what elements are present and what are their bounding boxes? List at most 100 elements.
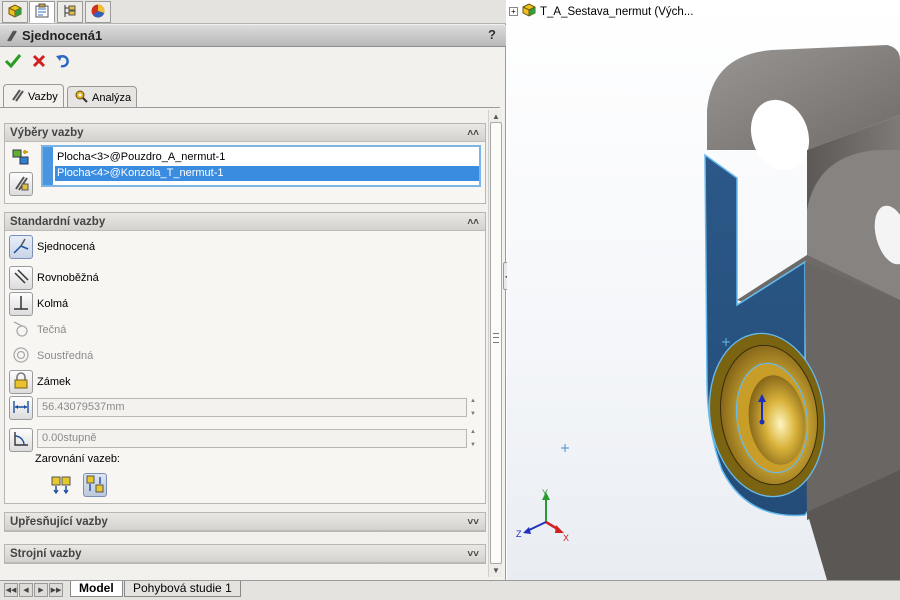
feature-manager-tab[interactable]: [2, 1, 28, 23]
display-manager-icon: [90, 3, 106, 22]
triad-x-label: X: [563, 533, 569, 543]
manager-tabs: [0, 0, 506, 24]
mate-selections-title: Výběry vazby: [10, 127, 84, 139]
spin-down-icon[interactable]: ▼: [470, 411, 476, 417]
bottom-tab-bar: ◀◀ ◀ ▶ ▶▶ Model Pohybová studie 1: [0, 580, 900, 600]
spin-up-icon[interactable]: ▲: [470, 398, 476, 404]
expand-chevron-icon[interactable]: ˅˅: [467, 514, 479, 532]
mates-to-add-button[interactable]: [9, 172, 33, 196]
advanced-mates-group: Upřesňující vazby ˅˅: [4, 512, 486, 532]
scroll-down-icon[interactable]: ▼: [490, 564, 502, 576]
scroll-up-icon[interactable]: ▲: [490, 110, 502, 122]
distance-icon: [12, 398, 30, 419]
tab-motion-study[interactable]: Pohybová studie 1: [124, 581, 241, 597]
collapse-chevron-icon[interactable]: ˄˄: [467, 125, 479, 143]
mate-selection-list[interactable]: Plocha<3>@Pouzdro_A_nermut-1 Plocha<4>@K…: [41, 145, 481, 187]
tab-separator: [0, 107, 500, 108]
ok-button[interactable]: [3, 52, 23, 72]
configuration-manager-icon: [62, 3, 78, 22]
angle-spinner[interactable]: ▲ ▼: [468, 429, 478, 448]
mechanical-mates-header[interactable]: Strojní vazby ˅˅: [5, 545, 485, 563]
perpendicular-icon: [12, 294, 30, 315]
next-tab-icon[interactable]: ▶: [34, 583, 48, 597]
standard-mates-header[interactable]: Standardní vazby ˄˄: [5, 213, 485, 231]
selection-filter-button[interactable]: [9, 146, 33, 170]
property-manager-scrollbar[interactable]: ▲ ▼: [488, 110, 502, 577]
mate-tangent-button[interactable]: [9, 318, 33, 342]
mate-selection-icon: [11, 147, 31, 170]
paperclip-icon: [9, 87, 25, 106]
mate-icon: [4, 29, 18, 43]
advanced-mates-header[interactable]: Upřesňující vazby ˅˅: [5, 513, 485, 531]
mate-selections-header[interactable]: Výběry vazby ˄˄: [5, 124, 485, 142]
grip-icon: [493, 333, 499, 343]
triad-y-label: Y: [542, 488, 548, 498]
align-aligned-button[interactable]: [49, 473, 73, 497]
concentric-icon: [12, 346, 30, 367]
tab-vazby-label: Vazby: [28, 90, 58, 103]
mechanical-mates-group: Strojní vazby ˅˅: [4, 544, 486, 564]
graphics-viewport[interactable]: + T_A_Sestava_nermut (Vých... Y X Z: [507, 0, 900, 580]
last-tab-icon[interactable]: ▶▶: [49, 583, 63, 597]
distance-mate-button[interactable]: [9, 396, 33, 420]
property-manager-tab[interactable]: [29, 1, 55, 23]
angle-icon: [12, 430, 30, 451]
lock-icon: [12, 371, 30, 393]
angle-input[interactable]: 0.00stupně: [37, 429, 467, 448]
anti-aligned-icon: [85, 474, 105, 497]
expand-chevron-icon[interactable]: ˅˅: [467, 546, 479, 564]
cancel-button[interactable]: [29, 52, 49, 72]
selection-item-1[interactable]: Plocha<3>@Pouzdro_A_nermut-1: [55, 150, 479, 165]
selection-item-2[interactable]: Plocha<4>@Konzola_T_nermut-1: [55, 166, 479, 181]
collapse-chevron-icon[interactable]: ˄˄: [467, 214, 479, 232]
configuration-manager-tab[interactable]: [57, 1, 83, 23]
mate-concentric-button[interactable]: [9, 344, 33, 368]
aligned-icon: [50, 473, 72, 498]
mate-lock-label: Zámek: [37, 376, 71, 388]
view-triad[interactable]: Y X Z: [516, 488, 569, 543]
coincident-icon: [12, 237, 30, 258]
spin-up-icon[interactable]: ▲: [470, 429, 476, 435]
scroll-thumb[interactable]: [490, 122, 502, 564]
mechanical-mates-title: Strojní vazby: [10, 548, 82, 560]
mate-lock-button[interactable]: [9, 370, 33, 394]
tab-vazby[interactable]: Vazby: [3, 84, 64, 108]
property-manager-title: Sjednocená1: [22, 28, 103, 43]
tab-analyza[interactable]: Analýza: [67, 86, 138, 108]
mate-selections-group: Výběry vazby ˄˄ Plocha<3>@Pouzdro_A_nerm…: [4, 123, 486, 204]
mate-tangent-label: Tečná: [37, 324, 67, 336]
ok-check-icon: [4, 52, 22, 73]
model-view[interactable]: Y X Z: [507, 0, 900, 580]
selection-color-bar: [43, 147, 53, 185]
mate-perpendicular-button[interactable]: [9, 292, 33, 316]
mate-coincident-button[interactable]: [9, 235, 33, 259]
property-manager-titlebar: Sjednocená1 ?: [0, 25, 506, 47]
standard-mates-group: Standardní vazby ˄˄ Sjednocená Rovnoběžn…: [4, 212, 486, 504]
standard-mates-title: Standardní vazby: [10, 216, 106, 228]
tab-analyza-label: Analýza: [92, 91, 132, 104]
distance-spinner[interactable]: ▲ ▼: [468, 398, 478, 417]
origin-point-icon: [561, 444, 569, 452]
undo-button[interactable]: [54, 52, 74, 72]
first-tab-icon[interactable]: ◀◀: [4, 583, 18, 597]
mate-parallel-label: Rovnoběžná: [37, 272, 99, 284]
tangent-icon: [12, 320, 30, 341]
parallel-icon: [12, 268, 30, 289]
align-anti-aligned-button[interactable]: [83, 473, 107, 497]
mate-coincident-label: Sjednocená: [37, 241, 96, 253]
paperclip-icon: [12, 174, 30, 195]
spin-down-icon[interactable]: ▼: [470, 442, 476, 448]
mate-concentric-label: Soustředná: [37, 350, 94, 362]
angle-mate-button[interactable]: [9, 428, 33, 452]
display-manager-tab[interactable]: [85, 1, 111, 23]
help-button[interactable]: ?: [488, 27, 496, 42]
mate-parallel-button[interactable]: [9, 266, 33, 290]
prev-tab-icon[interactable]: ◀: [19, 583, 33, 597]
feature-manager-icon: [7, 3, 23, 22]
property-subtabs: Vazby Analýza: [0, 84, 506, 108]
undo-icon: [55, 52, 73, 73]
property-manager-icon: [34, 3, 50, 22]
action-buttons: [0, 50, 506, 74]
distance-input[interactable]: 56.43079537mm: [37, 398, 467, 417]
tab-model[interactable]: Model: [70, 581, 123, 597]
